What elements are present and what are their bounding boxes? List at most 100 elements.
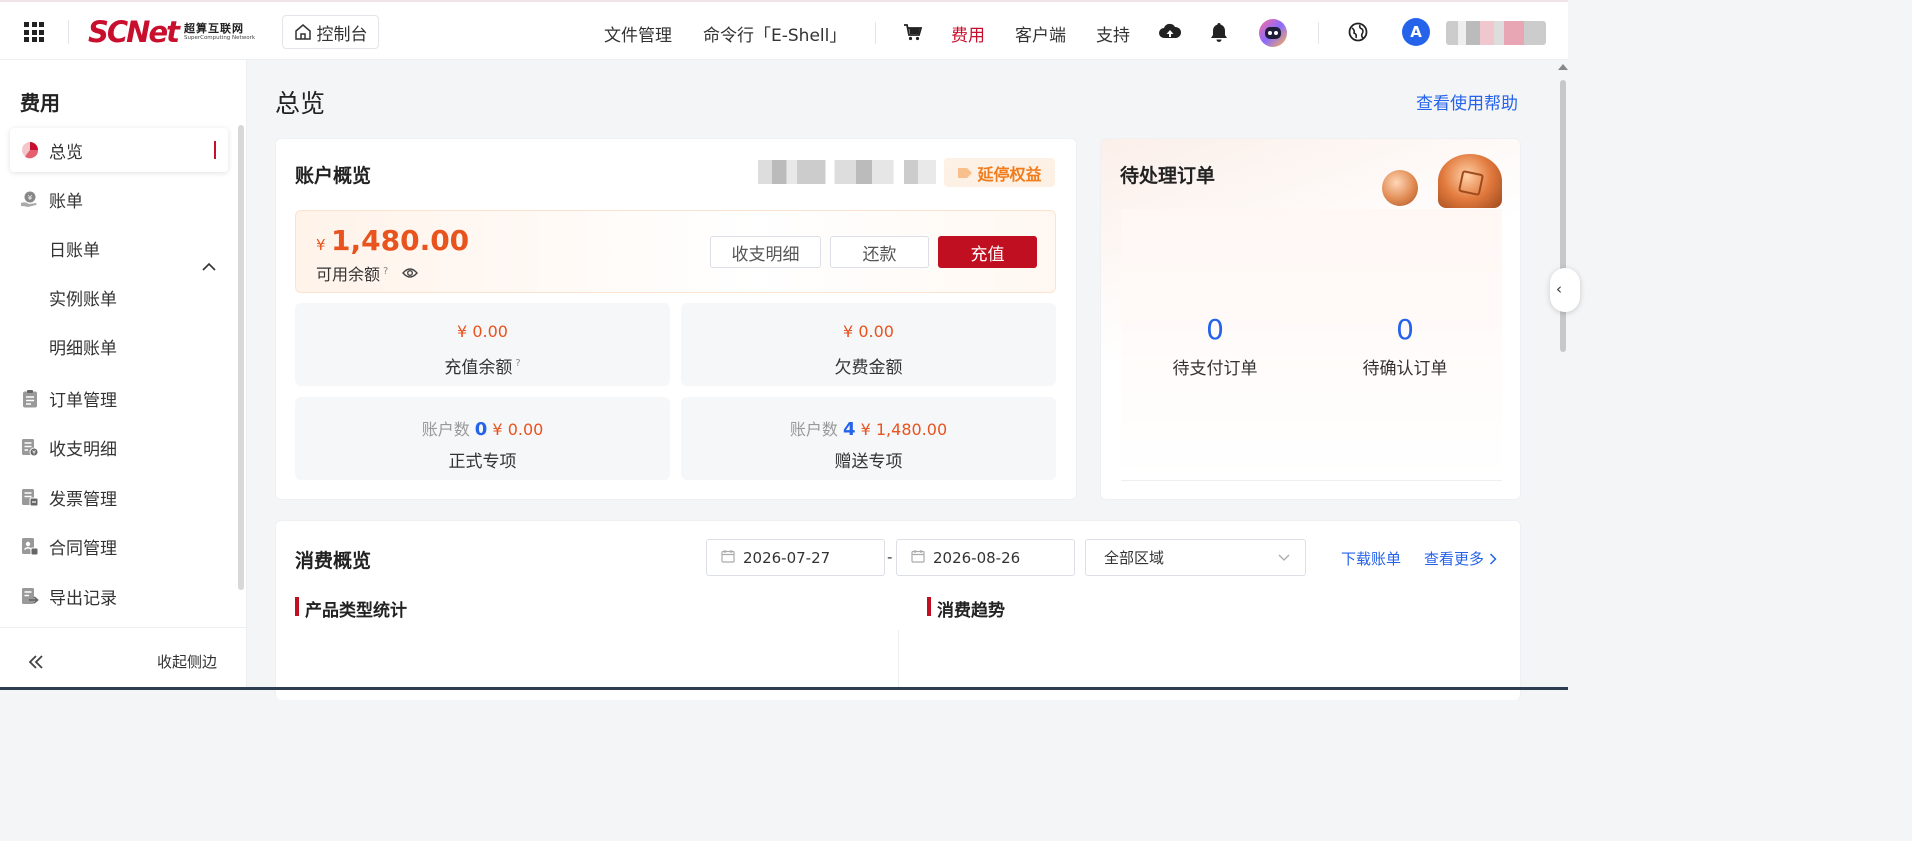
account-count-label: 账户数 [421,420,470,439]
contract-icon [20,537,39,556]
collapse-sidebar-label[interactable]: 收起侧边 [157,651,217,672]
double-chevron-left-icon[interactable] [28,650,44,675]
start-date-input[interactable]: 2026-07-27 [706,539,885,576]
scroll-up-arrow[interactable] [1558,64,1568,70]
income-expense-button[interactable]: 收支明细 [710,236,821,268]
sidebar-item-label: 发票管理 [49,489,117,510]
nav-support[interactable]: 支持 [1096,21,1130,46]
page-title: 总览 [275,89,326,118]
sidebar-item-daily-bill[interactable]: 日账单 [49,236,100,261]
sidebar-item-instance-bill[interactable]: 实例账单 [49,285,117,310]
console-button[interactable]: 控制台 [282,15,379,49]
recharge-button[interactable]: 充值 [938,236,1037,268]
sidebar-item-label: 订单管理 [49,390,117,411]
bell-icon[interactable] [1209,22,1229,47]
ai-assistant-icon[interactable] [1258,18,1288,52]
logo-en: SuperComputing Network [183,34,256,41]
logo-cn: 超算互联网 [183,21,244,35]
divider [875,22,876,44]
rights-tag-label: 延停权益 [977,164,1042,184]
cart-icon[interactable] [903,22,923,46]
username-redacted[interactable] [1446,21,1546,45]
gift-amount: ¥ 1,480.00 [860,420,948,439]
balance-box: ¥ 1,480.00 可用余额? 收支明细 还款 充值 [295,210,1056,293]
float-panel-handle[interactable]: ‹ [1550,268,1580,312]
end-date-input[interactable]: 2026-08-26 [896,539,1075,576]
svg-text:¥: ¥ [32,449,36,456]
product-stats-heading: 产品类型统计 [295,596,407,621]
globe-icon[interactable] [1348,22,1368,46]
date-separator: - [887,548,893,566]
sidebar-item-orders[interactable]: 订单管理 [10,376,228,420]
chevron-right-icon [1489,553,1497,565]
chevron-down-icon [1277,550,1291,568]
scnet-logo[interactable]: SCNet 超算互联网 SuperComputing Network [88,15,255,49]
repay-button[interactable]: 还款 [830,236,929,268]
pie-chart-icon [20,141,39,160]
sidebar-item-detail-bill[interactable]: 明细账单 [49,334,117,359]
nav-eshell[interactable]: 命令行「E-Shell」 [703,21,846,46]
formal-account-count: 0 [474,419,488,440]
bill-icon: ¥ [20,190,39,209]
divider [898,630,899,690]
download-bill-link[interactable]: 下载账单 [1341,548,1401,569]
help-icon[interactable]: ? [383,266,388,277]
recharge-balance-label: 充值余额? [295,353,670,378]
available-balance-label: 可用余额? [316,261,388,285]
nav-client[interactable]: 客户端 [1015,21,1066,46]
end-date-value: 2026-08-26 [933,548,1021,567]
pending-orders-title: 待处理订单 [1120,165,1216,187]
sidebar-item-label: 收支明细 [49,439,117,460]
console-label: 控制台 [316,24,368,45]
arrears-value: ¥ 0.00 [843,322,894,341]
chevron-up-icon[interactable] [202,256,216,275]
region-select[interactable]: 全部区域 [1085,539,1306,576]
available-balance-text: 可用余额 [316,265,381,284]
sidebar-scrollbar[interactable] [238,125,244,590]
eye-icon[interactable] [402,264,418,283]
account-count-label: 账户数 [789,420,838,439]
formal-special-stat: 账户数 0 ¥ 0.00 正式专项 [295,397,670,480]
formal-special-label: 正式专项 [448,452,517,472]
avatar[interactable]: A [1402,18,1430,46]
cloud-upload-icon[interactable] [1159,22,1182,46]
sidebar-item-income-expense[interactable]: ¥ 收支明细 [10,425,228,469]
unconfirmed-orders-count[interactable]: 0 [1345,313,1465,346]
chevron-left-icon: ‹ [1556,280,1562,298]
consumption-trend-heading: 消费趋势 [927,596,1005,621]
formal-special-value: 账户数 0 ¥ 0.00 [295,416,670,440]
logo-subtitle: 超算互联网 SuperComputing Network [184,23,255,42]
available-balance: 1,480.00 [331,224,470,257]
export-icon [20,587,39,606]
arrears-stat: ¥ 0.00 欠费金额 [681,303,1056,386]
calendar-icon [911,549,925,567]
logo-text: SCNet [88,15,180,49]
region-select-value: 全部区域 [1104,549,1165,567]
sidebar: 费用 总览 ¥ 账单 日账单 实例账单 明细账单 订单管理 ¥ 收支明细 发票管… [0,60,247,690]
nav-fees[interactable]: 费用 [951,21,985,46]
tag-icon [958,167,973,178]
help-link[interactable]: 查看使用帮助 [1416,89,1518,114]
sidebar-item-label: 合同管理 [49,538,117,559]
account-id-redacted [758,160,936,184]
view-more-link[interactable]: 查看更多 [1424,548,1497,569]
nav-file-management[interactable]: 文件管理 [604,21,672,46]
coin-illustration [1382,170,1418,206]
sidebar-item-overview[interactable]: 总览 [10,128,228,172]
recharge-balance-text: 充值余额 [444,358,513,378]
sidebar-item-contracts[interactable]: 合同管理 [10,524,228,568]
help-icon[interactable]: ? [515,358,520,369]
rights-tag[interactable]: 延停权益 [944,158,1055,187]
sidebar-item-exports[interactable]: 导出记录 [10,574,228,618]
sidebar-title: 费用 [20,91,60,115]
sidebar-item-bills[interactable]: ¥ 账单 [10,177,228,221]
sidebar-item-label: 账单 [49,191,83,212]
top-navbar: SCNet 超算互联网 SuperComputing Network 控制台 文… [0,0,1568,60]
app-grid-icon[interactable] [24,22,44,42]
balance-currency: ¥ [316,236,326,254]
sidebar-item-invoices[interactable]: 发票管理 [10,475,228,519]
collapse-sidebar-row[interactable]: 收起侧边 [0,627,247,690]
recharge-balance-value: ¥ 0.00 [457,322,508,341]
unpaid-orders-count[interactable]: 0 [1155,313,1275,346]
ledger-icon: ¥ [20,438,39,457]
